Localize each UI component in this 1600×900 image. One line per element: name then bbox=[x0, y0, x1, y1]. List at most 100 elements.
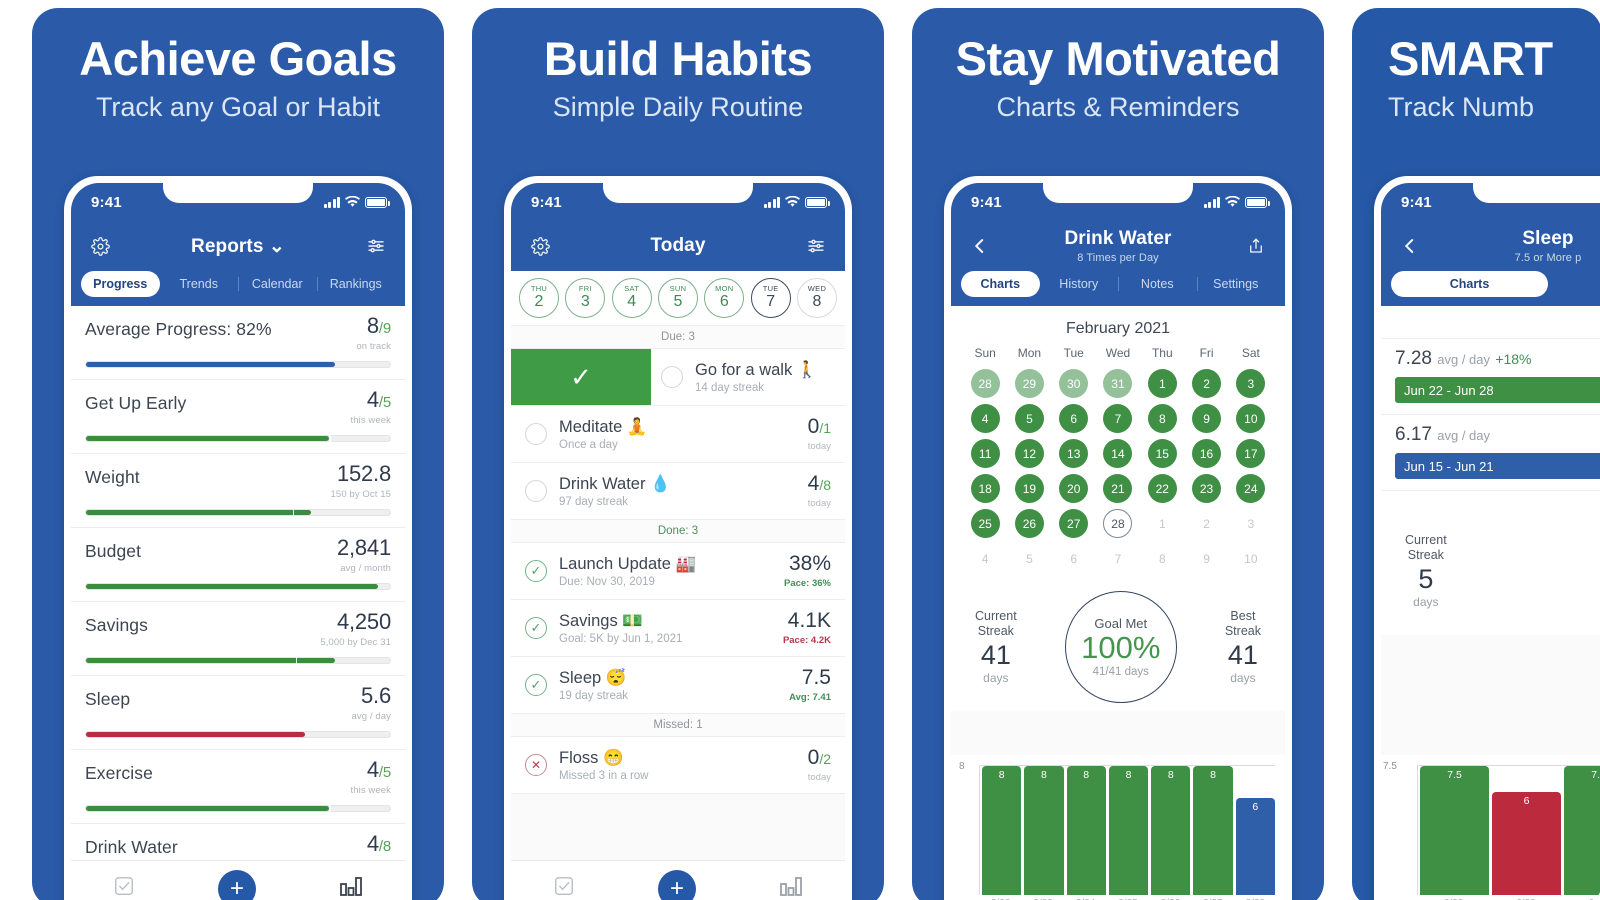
table-row[interactable]: Sleep 5.6 avg / day bbox=[71, 676, 405, 750]
calendar-day[interactable]: 30 bbox=[1059, 369, 1089, 398]
gear-icon[interactable] bbox=[527, 233, 553, 259]
calendar-day[interactable]: 28 bbox=[970, 369, 1000, 398]
calendar-day[interactable]: 11 bbox=[970, 439, 1000, 468]
swipe-complete-action[interactable]: ✓ bbox=[511, 349, 651, 405]
list-item[interactable]: ✕ Floss 😁 Missed 3 in a row 0/2 today bbox=[511, 737, 845, 794]
tab-history[interactable]: History bbox=[1040, 271, 1119, 297]
week-day-circle[interactable]: THU 2 bbox=[519, 278, 559, 318]
list-item[interactable]: ✓ Savings 💵 Goal: 5K by Jun 1, 2021 4.1K… bbox=[511, 600, 845, 657]
filter-icon[interactable] bbox=[803, 233, 829, 259]
week-day-circle[interactable]: SAT 4 bbox=[611, 278, 652, 318]
week-day-circle[interactable]: WED 8 bbox=[796, 278, 837, 318]
calendar-day[interactable]: 12 bbox=[1014, 439, 1044, 468]
calendar-day[interactable]: 2 bbox=[1192, 509, 1221, 538]
calendar-day[interactable]: 9 bbox=[1192, 404, 1222, 433]
list-item[interactable]: ✓ Sleep 😴 19 day streak 7.5 Avg: 7.41 bbox=[511, 657, 845, 714]
calendar-day[interactable]: 17 bbox=[1236, 439, 1266, 468]
tab-history[interactable]: History bbox=[1548, 271, 1600, 297]
best-streak-value: 41 bbox=[1227, 639, 1258, 670]
calendar-day[interactable]: 31 bbox=[1103, 369, 1133, 398]
calendar-day[interactable]: 13 bbox=[1059, 439, 1089, 468]
calendar-day[interactable]: 1 bbox=[1148, 509, 1177, 538]
calendar-day[interactable]: 5 bbox=[1015, 544, 1044, 573]
week-day-circle[interactable]: MON 6 bbox=[704, 278, 745, 318]
bar-chart-icon[interactable] bbox=[779, 875, 803, 900]
list-item[interactable]: Meditate 🧘 Once a day 0/1 today bbox=[511, 406, 845, 463]
table-row[interactable]: Weight 152.8 150 by Oct 15 bbox=[71, 454, 405, 528]
calendar-day[interactable]: 4 bbox=[970, 404, 1000, 433]
chart-bar: 6 bbox=[1492, 791, 1561, 895]
tab-trends[interactable]: Trends bbox=[160, 271, 239, 297]
calendar-day[interactable]: 6 bbox=[1059, 544, 1088, 573]
trend-row[interactable]: 6.17 avg / day Jun 15 - Jun 21 bbox=[1381, 415, 1600, 491]
task-checkbox[interactable] bbox=[525, 480, 547, 502]
week-day-circle[interactable]: SUN 5 bbox=[657, 278, 698, 318]
calendar-day[interactable]: 7 bbox=[1103, 404, 1133, 433]
calendar-day[interactable]: 3 bbox=[1236, 509, 1265, 538]
table-row[interactable]: Budget 2,841 avg / month bbox=[71, 528, 405, 602]
page-title[interactable]: Reports ⌄ bbox=[191, 235, 285, 258]
calendar-day[interactable]: 28 bbox=[1103, 509, 1133, 538]
calendar-day[interactable]: 21 bbox=[1103, 474, 1133, 503]
calendar-day[interactable]: 16 bbox=[1192, 439, 1222, 468]
calendar-day[interactable]: 19 bbox=[1014, 474, 1044, 503]
calendar-day[interactable]: 2 bbox=[1192, 369, 1222, 398]
calendar-day[interactable]: 10 bbox=[1236, 544, 1265, 573]
gear-icon[interactable] bbox=[87, 233, 113, 259]
calendar-day[interactable]: 18 bbox=[970, 474, 1000, 503]
list-item[interactable]: ✓ Go for a walk 🚶 14 day streak bbox=[511, 349, 845, 406]
add-button[interactable]: + bbox=[657, 869, 696, 900]
week-day-circle[interactable]: TUE 7 bbox=[750, 278, 791, 318]
calendar-day[interactable]: 6 bbox=[1059, 404, 1089, 433]
missed-x-icon[interactable]: ✕ bbox=[525, 754, 547, 776]
done-check-icon[interactable]: ✓ bbox=[525, 617, 547, 639]
calendar-day[interactable]: 1 bbox=[1147, 369, 1177, 398]
tab-notes[interactable]: Notes bbox=[1118, 271, 1197, 297]
status-bar: 9:41 bbox=[71, 183, 405, 221]
tab-charts[interactable]: Charts bbox=[961, 271, 1040, 297]
share-icon[interactable] bbox=[1243, 233, 1269, 259]
calendar-day[interactable]: 7 bbox=[1103, 544, 1132, 573]
tab-charts[interactable]: Charts bbox=[1391, 271, 1548, 297]
tab-rankings[interactable]: Rankings bbox=[316, 271, 396, 297]
calendar-day[interactable]: 10 bbox=[1236, 404, 1266, 433]
calendar-day[interactable]: 4 bbox=[971, 544, 1000, 573]
calendar-day[interactable]: 9 bbox=[1192, 544, 1221, 573]
done-check-icon[interactable]: ✓ bbox=[525, 560, 547, 582]
calendar-day[interactable]: 24 bbox=[1236, 474, 1266, 503]
calendar-day[interactable]: 15 bbox=[1147, 439, 1177, 468]
bar-chart-icon[interactable] bbox=[339, 875, 363, 900]
table-row[interactable]: Savings 4,250 5,000 by Dec 31 bbox=[71, 602, 405, 676]
filter-icon[interactable] bbox=[363, 233, 389, 259]
task-checkbox[interactable] bbox=[525, 423, 547, 445]
calendar-day[interactable]: 29 bbox=[1014, 369, 1044, 398]
calendar-day[interactable]: 20 bbox=[1059, 474, 1089, 503]
list-item[interactable]: Drink Water 💧 97 day streak 4/8 today bbox=[511, 463, 845, 520]
tab-calendar[interactable]: Calendar bbox=[238, 271, 317, 297]
back-chevron-icon[interactable] bbox=[1397, 233, 1423, 259]
list-item[interactable]: ✓ Launch Update 🏭 Due: Nov 30, 2019 38% … bbox=[511, 543, 845, 600]
week-day-circle[interactable]: FRI 3 bbox=[565, 278, 606, 318]
trend-row[interactable]: 7.28 avg / day +18% Jun 22 - Jun 28 bbox=[1381, 339, 1600, 415]
checkbox-icon[interactable] bbox=[113, 875, 135, 900]
tab-settings[interactable]: Settings bbox=[1196, 271, 1276, 297]
calendar-day[interactable]: 8 bbox=[1147, 404, 1177, 433]
calendar-day[interactable]: 8 bbox=[1148, 544, 1177, 573]
table-row[interactable]: Exercise 4/5 this week bbox=[71, 750, 405, 824]
calendar-day[interactable]: 25 bbox=[970, 509, 1000, 538]
calendar-day[interactable]: 3 bbox=[1236, 369, 1266, 398]
back-chevron-icon[interactable] bbox=[967, 233, 993, 259]
calendar-day[interactable]: 26 bbox=[1014, 509, 1044, 538]
table-row[interactable]: Average Progress: 82% 8/9 on track bbox=[71, 306, 405, 380]
calendar-day[interactable]: 27 bbox=[1059, 509, 1089, 538]
calendar-day[interactable]: 5 bbox=[1014, 404, 1044, 433]
tab-progress[interactable]: Progress bbox=[81, 271, 160, 297]
calendar-day[interactable]: 22 bbox=[1147, 474, 1177, 503]
calendar-day[interactable]: 14 bbox=[1103, 439, 1133, 468]
done-check-icon[interactable]: ✓ bbox=[525, 674, 547, 696]
add-button[interactable]: + bbox=[217, 869, 256, 900]
checkbox-icon[interactable] bbox=[553, 875, 575, 900]
table-row[interactable]: Get Up Early 4/5 this week bbox=[71, 380, 405, 454]
calendar-day[interactable]: 23 bbox=[1192, 474, 1222, 503]
calendar-dow-label: Wed bbox=[1105, 346, 1131, 360]
